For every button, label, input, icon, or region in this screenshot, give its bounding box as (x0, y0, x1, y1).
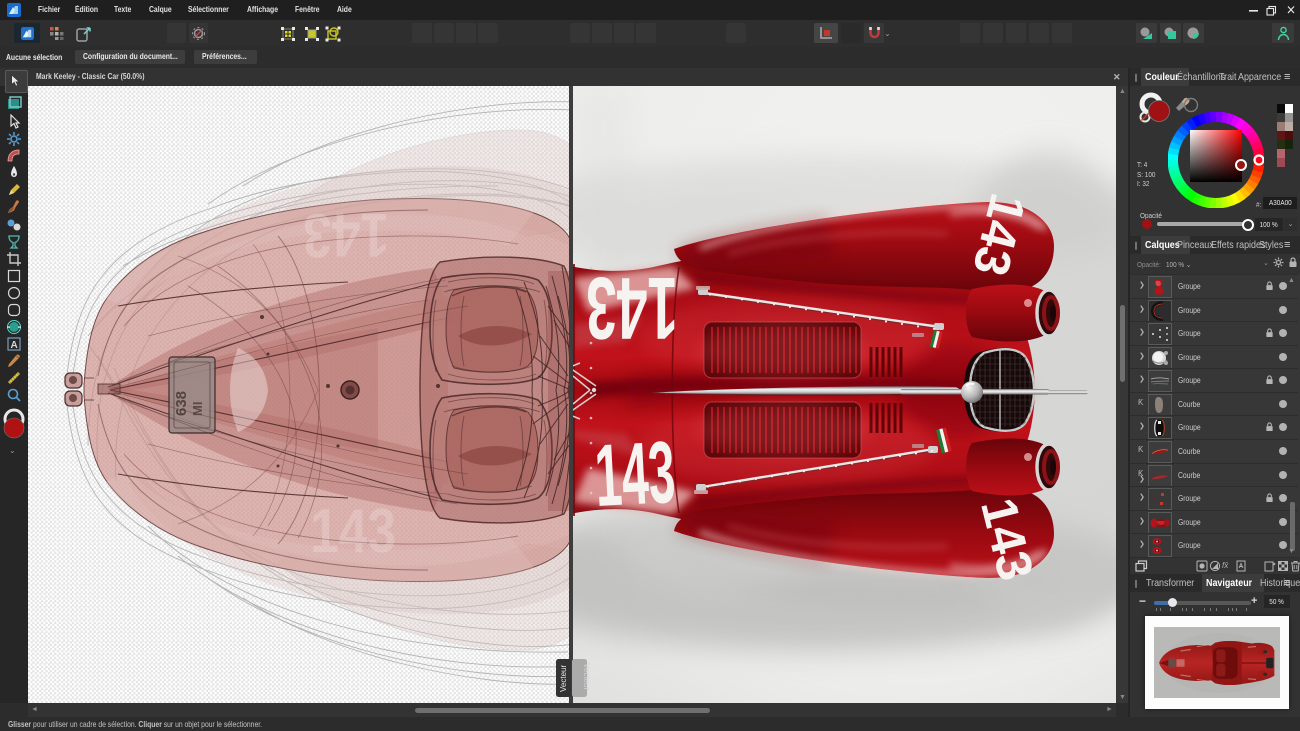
svg-text:Vecteur: Vecteur (582, 663, 591, 690)
svg-text:143: 143 (592, 422, 677, 525)
svg-text:A: A (11, 340, 18, 351)
svg-text:Vecteur: Vecteur (559, 665, 568, 692)
svg-text:143: 143 (310, 497, 396, 566)
svg-text:638: 638 (173, 391, 190, 416)
svg-text:143: 143 (586, 259, 678, 358)
svg-text:143: 143 (303, 200, 389, 269)
